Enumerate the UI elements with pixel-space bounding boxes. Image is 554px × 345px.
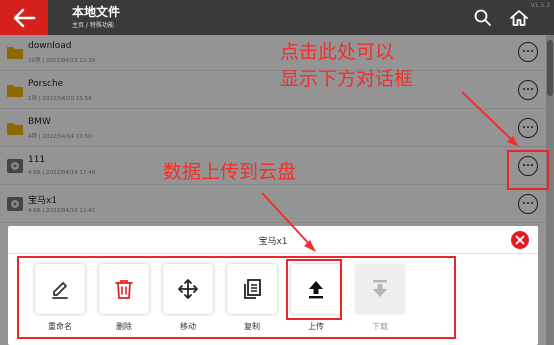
annotation-arrows (261, 91, 519, 252)
